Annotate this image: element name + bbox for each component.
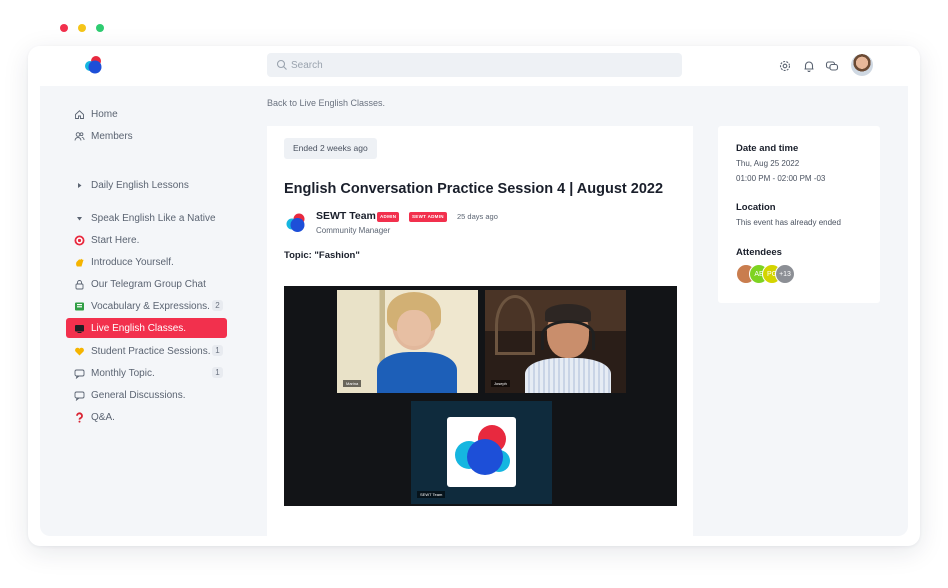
- sidebar-item-introduce-yourself[interactable]: Introduce Yourself.: [66, 252, 227, 272]
- sidebar-item-monthly-topic[interactable]: Monthly Topic. 1: [66, 363, 227, 383]
- top-bar: [28, 46, 920, 86]
- person-face: [397, 310, 431, 346]
- tv-icon: [75, 324, 84, 333]
- sidebar-item-members[interactable]: Members: [66, 126, 227, 146]
- count-badge: 1: [212, 367, 223, 378]
- tile-card: [447, 417, 516, 487]
- sidebar-item-qa[interactable]: Q&A.: [66, 407, 227, 427]
- sidebar-item-student-practice-sessions[interactable]: Student Practice Sessions. 1: [66, 341, 227, 361]
- sidebar-item-label: Q&A.: [91, 411, 115, 423]
- user-avatar[interactable]: [851, 54, 873, 76]
- sidebar-item-label: Vocabulary & Expressions.: [91, 300, 210, 312]
- sewt-admin-badge: SEWT ADMIN: [409, 212, 447, 222]
- breadcrumb[interactable]: Back to Live English Classes.: [267, 98, 385, 108]
- count-badge: 2: [212, 300, 223, 311]
- location-heading: Location: [736, 202, 776, 213]
- attendee-initials: +13: [779, 270, 791, 278]
- date-heading: Date and time: [736, 143, 799, 154]
- sidebar-item-label: Home: [91, 108, 118, 120]
- book-icon: [75, 302, 84, 310]
- headphones: [541, 320, 595, 350]
- window-controls: [60, 24, 104, 32]
- admin-badge: ADMIN: [377, 212, 400, 222]
- app-window: Home Members Daily English Lessons Speak…: [28, 46, 920, 546]
- search-input[interactable]: [267, 53, 682, 77]
- participant-label: Joseph: [491, 380, 510, 387]
- attendees-heading: Attendees: [736, 247, 782, 258]
- sidebar-item-start-here[interactable]: Start Here.: [66, 230, 227, 250]
- author-role: Community Manager: [316, 226, 391, 235]
- video-tile-joseph: Joseph: [485, 290, 626, 393]
- person-shirt: [377, 352, 457, 393]
- sidebar-item-label: Daily English Lessons: [91, 179, 189, 191]
- author-avatar-icon[interactable]: [284, 211, 308, 235]
- question-icon: [76, 411, 83, 423]
- sidebar-item-label: Speak English Like a Native: [91, 212, 216, 224]
- message-icon: [74, 369, 85, 379]
- target-icon: [74, 235, 85, 245]
- lock-icon: [75, 279, 84, 289]
- sidebar-item-label: Members: [91, 130, 133, 142]
- author-name[interactable]: SEWT Team: [316, 210, 376, 222]
- video-tile-sewt-team: SEWT Team: [411, 401, 552, 504]
- app-logo-icon[interactable]: [83, 54, 105, 76]
- sidebar-item-label: Start Here.: [91, 234, 140, 246]
- attendee-more-count[interactable]: +13: [775, 264, 795, 284]
- sidebar-item-label: Student Practice Sessions.: [91, 345, 211, 357]
- event-topic: Topic: "Fashion": [284, 250, 360, 261]
- posted-time: 25 days ago: [457, 212, 498, 221]
- sidebar-item-label: Introduce Yourself.: [91, 256, 174, 268]
- minimize-window-dot[interactable]: [78, 24, 86, 32]
- event-details-card: Date and time Thu, Aug 25 2022 01:00 PM …: [718, 126, 880, 303]
- sidebar-item-daily-english-lessons[interactable]: Daily English Lessons: [66, 175, 227, 195]
- chat-icon[interactable]: [825, 59, 839, 73]
- maximize-window-dot[interactable]: [96, 24, 104, 32]
- event-location: This event has already ended: [736, 218, 841, 227]
- close-window-dot[interactable]: [60, 24, 68, 32]
- wave-hand-icon: [76, 258, 84, 266]
- sidebar-item-vocabulary-expressions[interactable]: Vocabulary & Expressions. 2: [66, 296, 227, 316]
- sidebar-item-speak-english-like-a-native[interactable]: Speak English Like a Native: [66, 208, 227, 228]
- bell-icon[interactable]: [802, 59, 816, 73]
- participant-label: SEWT Team: [417, 491, 446, 498]
- status-badge: Ended 2 weeks ago: [284, 138, 377, 159]
- participant-label: Marina: [343, 380, 362, 387]
- gear-icon[interactable]: [778, 59, 792, 73]
- sidebar-item-label: General Discussions.: [91, 389, 186, 401]
- app-logo-icon: [455, 425, 510, 475]
- triangle-down-icon: [77, 216, 82, 220]
- triangle-right-icon: [78, 182, 82, 188]
- sidebar-item-our-telegram-group-chat[interactable]: Our Telegram Group Chat: [66, 274, 227, 294]
- event-time: 01:00 PM - 02:00 PM -03: [736, 174, 826, 183]
- sidebar-item-general-discussions[interactable]: General Discussions.: [66, 385, 227, 405]
- message-icon: [74, 391, 85, 401]
- home-icon: [75, 109, 84, 119]
- members-icon: [74, 131, 85, 141]
- heart-icon: [75, 347, 84, 355]
- sidebar-item-label: Our Telegram Group Chat: [91, 278, 206, 290]
- background-arch: [495, 295, 535, 355]
- sidebar-item-label: Live English Classes.: [91, 322, 187, 334]
- count-badge: 1: [212, 345, 223, 356]
- sidebar-item-live-english-classes[interactable]: Live English Classes.: [66, 318, 227, 338]
- video-tile-marina: Marina: [337, 290, 478, 393]
- page-title: English Conversation Practice Session 4 …: [284, 181, 664, 197]
- sidebar-item-home[interactable]: Home: [66, 104, 227, 124]
- event-date: Thu, Aug 25 2022: [736, 159, 800, 168]
- video-screenshot: Marina Joseph SEWT Team: [284, 286, 677, 506]
- search-icon: [276, 59, 287, 70]
- event-card: Ended 2 weeks ago English Conversation P…: [267, 126, 693, 536]
- person-shirt: [525, 358, 611, 393]
- sidebar-item-label: Monthly Topic.: [91, 367, 155, 379]
